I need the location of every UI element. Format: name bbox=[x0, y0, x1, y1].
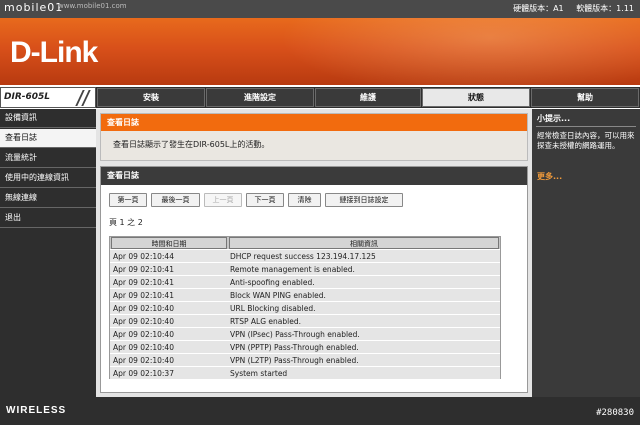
tab-status[interactable]: 狀態 bbox=[422, 88, 530, 107]
help-divider bbox=[536, 126, 636, 127]
log-time: Apr 09 02:10:41 bbox=[113, 291, 174, 300]
log-time: Apr 09 02:10:40 bbox=[113, 317, 174, 326]
help-sidebar: 小提示... 經常檢查日誌內容，可以用來探查未授權的網路運用。 更多... bbox=[532, 109, 640, 397]
log-info: System started bbox=[230, 369, 288, 378]
tab-help[interactable]: 幫助 bbox=[531, 88, 639, 107]
table-row: Apr 09 02:10:37 System started bbox=[110, 367, 500, 380]
sidebar-item-statistics[interactable]: 流量統計 bbox=[0, 149, 96, 168]
table-row: Apr 09 02:10:40 VPN (L2TP) Pass-Through … bbox=[110, 354, 500, 367]
prev-page-button[interactable]: 上一頁 bbox=[204, 193, 242, 207]
log-time: Apr 09 02:10:41 bbox=[113, 265, 174, 274]
panel-title: 查看日誌 bbox=[101, 114, 527, 131]
table-row: Apr 09 02:10:40 URL Blocking disabled. bbox=[110, 302, 500, 315]
clear-button[interactable]: 清除 bbox=[288, 193, 321, 207]
table-row: Apr 09 02:10:44 DHCP request success 123… bbox=[110, 250, 500, 263]
table-row: Apr 09 02:10:40 RTSP ALG enabled. bbox=[110, 315, 500, 328]
log-info: RTSP ALG enabled. bbox=[230, 317, 301, 326]
log-info: VPN (L2TP) Pass-Through enabled. bbox=[230, 356, 359, 365]
sidebar-menu: 設備資訊 查看日誌 流量統計 使用中的連線資訊 無線連線 退出 bbox=[0, 109, 96, 397]
log-info: VPN (IPsec) Pass-Through enabled. bbox=[230, 330, 360, 339]
log-time: Apr 09 02:10:40 bbox=[113, 343, 174, 352]
version-info: 硬體版本：A1 軟體版本：1.11 bbox=[503, 3, 634, 14]
table-row: Apr 09 02:10:41 Anti-spoofing enabled. bbox=[110, 276, 500, 289]
first-page-button[interactable]: 第一頁 bbox=[109, 193, 147, 207]
brand-banner: D-Link bbox=[0, 18, 640, 85]
reference-number: #280830 bbox=[596, 408, 634, 418]
firmware-version: 軟體版本：1.11 bbox=[576, 4, 634, 13]
log-time: Apr 09 02:10:40 bbox=[113, 330, 174, 339]
table-row: Apr 09 02:10:40 VPN (IPsec) Pass-Through… bbox=[110, 328, 500, 341]
log-info: Anti-spoofing enabled. bbox=[230, 278, 315, 287]
model-label: DIR-605L bbox=[4, 92, 51, 102]
log-time: Apr 09 02:10:40 bbox=[113, 304, 174, 313]
log-time: Apr 09 02:10:37 bbox=[113, 369, 174, 378]
log-info: Block WAN PING enabled. bbox=[230, 291, 326, 300]
top-navigation: DIR-605L 安裝 進階設定 維護 狀態 幫助 bbox=[0, 87, 640, 108]
log-time: Apr 09 02:10:40 bbox=[113, 356, 174, 365]
table-header: 時間和日期 相關資訊 bbox=[110, 237, 500, 249]
log-panel: 查看日誌 第一頁 最後一頁 上一頁 下一頁 清除 鏈接到日誌設定 頁 1 之 2… bbox=[100, 166, 528, 393]
help-text: 經常檢查日誌內容，可以用來探查未授權的網路運用。 bbox=[537, 131, 635, 150]
panel-description: 查看日誌顯示了發生在DIR-605L上的活動。 bbox=[113, 140, 270, 149]
wireless-logo: WIRELESS bbox=[6, 405, 67, 416]
column-header-time: 時間和日期 bbox=[111, 237, 227, 249]
top-bar: mobile01 www.mobile01.com 硬體版本：A1 軟體版本：1… bbox=[0, 0, 640, 18]
sidebar-item-logs[interactable]: 查看日誌 bbox=[0, 129, 96, 148]
log-intro-panel: 查看日誌 查看日誌顯示了發生在DIR-605L上的活動。 bbox=[100, 113, 528, 161]
table-row: Apr 09 02:10:41 Remote management is ena… bbox=[110, 263, 500, 276]
main-content: 查看日誌 查看日誌顯示了發生在DIR-605L上的活動。 查看日誌 第一頁 最後… bbox=[96, 109, 532, 397]
log-info: Remote management is enabled. bbox=[230, 265, 355, 274]
watermark-url: www.mobile01.com bbox=[58, 2, 127, 10]
log-time: Apr 09 02:10:41 bbox=[113, 278, 174, 287]
hardware-version: 硬體版本：A1 bbox=[513, 4, 564, 13]
table-row: Apr 09 02:10:40 VPN (PPTP) Pass-Through … bbox=[110, 341, 500, 354]
more-link[interactable]: 更多... bbox=[537, 171, 562, 182]
tab-setup[interactable]: 安裝 bbox=[97, 88, 205, 107]
sidebar-item-device-info[interactable]: 設備資訊 bbox=[0, 109, 96, 128]
log-table: 時間和日期 相關資訊 Apr 09 02:10:44 DHCP request … bbox=[109, 236, 501, 380]
log-info: VPN (PPTP) Pass-Through enabled. bbox=[230, 343, 359, 352]
last-page-button[interactable]: 最後一頁 bbox=[151, 193, 200, 207]
sidebar-item-logout[interactable]: 退出 bbox=[0, 209, 96, 228]
help-title: 小提示... bbox=[537, 114, 571, 123]
log-time: Apr 09 02:10:44 bbox=[113, 252, 174, 261]
sidebar-item-wireless[interactable]: 無線連線 bbox=[0, 189, 96, 208]
log-info: URL Blocking disabled. bbox=[230, 304, 316, 313]
footer: WIRELESS #280830 bbox=[0, 397, 640, 425]
dlink-logo: D-Link bbox=[10, 36, 98, 69]
tab-maintenance[interactable]: 維護 bbox=[315, 88, 421, 107]
tab-advanced[interactable]: 進階設定 bbox=[206, 88, 314, 107]
next-page-button[interactable]: 下一頁 bbox=[246, 193, 284, 207]
column-header-info: 相關資訊 bbox=[229, 237, 499, 249]
log-info: DHCP request success 123.194.17.125 bbox=[230, 252, 376, 261]
page-indicator: 頁 1 之 2 bbox=[109, 218, 143, 227]
watermark-logo: mobile01 bbox=[4, 1, 64, 14]
log-panel-title: 查看日誌 bbox=[101, 167, 527, 185]
banner-glow bbox=[280, 18, 640, 85]
model-badge: DIR-605L bbox=[0, 87, 96, 108]
log-settings-link-button[interactable]: 鏈接到日誌設定 bbox=[325, 193, 403, 207]
table-row: Apr 09 02:10:41 Block WAN PING enabled. bbox=[110, 289, 500, 302]
sidebar-item-active-sessions[interactable]: 使用中的連線資訊 bbox=[0, 169, 96, 188]
